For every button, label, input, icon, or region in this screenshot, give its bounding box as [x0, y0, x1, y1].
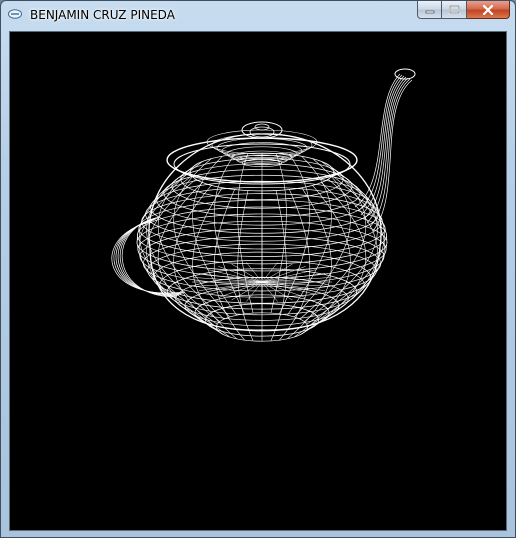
caption-buttons [417, 1, 510, 20]
teapot-wireframe [10, 32, 506, 530]
app-icon [8, 9, 22, 19]
render-canvas[interactable] [9, 31, 507, 531]
minimize-button[interactable] [417, 1, 442, 19]
minimize-icon [425, 10, 434, 13]
maximize-button[interactable] [442, 1, 467, 19]
close-icon [482, 4, 494, 15]
window-title: BENJAMIN CRUZ PINEDA [30, 8, 175, 22]
close-button[interactable] [467, 1, 510, 19]
maximize-icon [448, 5, 460, 14]
title-bar[interactable]: BENJAMIN CRUZ PINEDA [1, 1, 515, 29]
app-window: BENJAMIN CRUZ PINEDA [0, 0, 516, 538]
